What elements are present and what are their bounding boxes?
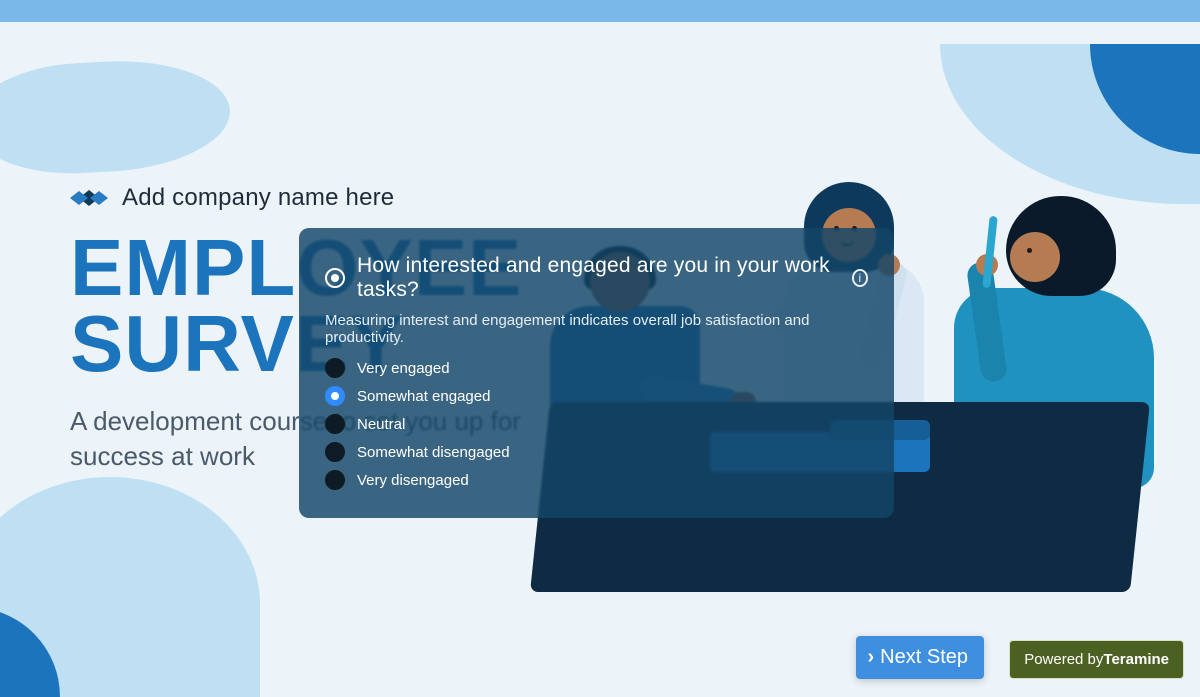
option-somewhat-engaged[interactable]: Somewhat engaged [325, 386, 868, 406]
option-label: Neutral [357, 416, 405, 433]
radio-icon[interactable] [325, 414, 345, 434]
company-logo-icon [70, 187, 108, 209]
option-label: Very engaged [357, 360, 450, 377]
radio-icon[interactable] [325, 358, 345, 378]
slide-canvas: Add company name here EMPLOYEE SURVEY A … [0, 22, 1200, 697]
option-very-engaged[interactable]: Very engaged [325, 358, 868, 378]
window-top-bar [0, 0, 1200, 22]
radio-question-type-icon [325, 268, 345, 288]
company-header: Add company name here [70, 184, 394, 212]
company-name-text[interactable]: Add company name here [122, 184, 394, 212]
option-somewhat-disengaged[interactable]: Somewhat disengaged [325, 442, 868, 462]
option-very-disengaged[interactable]: Very disengaged [325, 470, 868, 490]
option-label: Very disengaged [357, 472, 469, 489]
option-label: Somewhat engaged [357, 388, 490, 405]
option-neutral[interactable]: Neutral [325, 414, 868, 434]
decorative-blob [0, 55, 233, 178]
radio-icon[interactable] [325, 386, 345, 406]
powered-by-prefix: Powered by [1024, 651, 1103, 668]
question-header: How interested and engaged are you in yo… [325, 254, 868, 302]
powered-by-brand: Teramine [1103, 651, 1169, 668]
info-icon[interactable]: i [852, 269, 868, 287]
question-panel: How interested and engaged are you in yo… [299, 228, 894, 518]
powered-by-button[interactable]: Powered byTeramine [1009, 640, 1184, 679]
next-step-label: Next Step [880, 646, 968, 669]
option-label: Somewhat disengaged [357, 444, 510, 461]
chevron-right-icon: › [868, 646, 875, 669]
next-step-button[interactable]: › Next Step [856, 636, 985, 679]
decorative-blob [0, 477, 260, 697]
radio-icon[interactable] [325, 442, 345, 462]
radio-icon[interactable] [325, 470, 345, 490]
question-description: Measuring interest and engagement indica… [325, 312, 868, 346]
options-list: Very engaged Somewhat engaged Neutral So… [325, 358, 868, 490]
question-text: How interested and engaged are you in yo… [357, 254, 834, 302]
